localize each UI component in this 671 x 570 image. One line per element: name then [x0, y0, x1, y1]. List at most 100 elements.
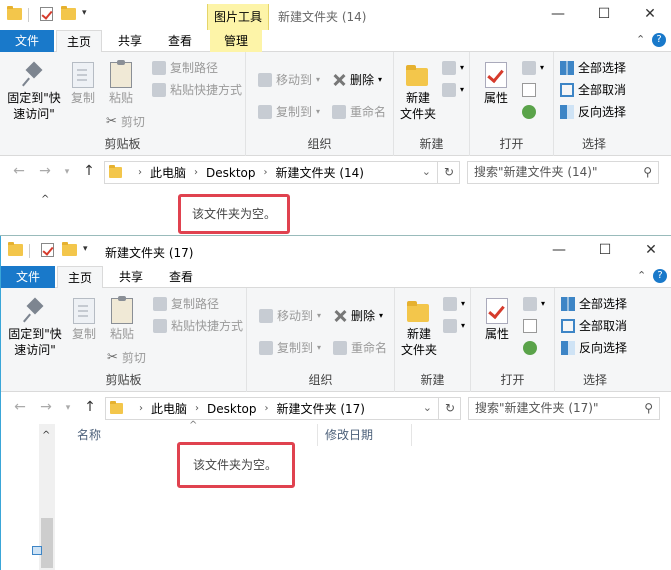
tab-view[interactable]: 查看 — [159, 266, 203, 289]
quick-access-dropdown-icon[interactable]: ▾ — [82, 8, 87, 18]
invert-selection-button[interactable]: 反向选择 — [561, 338, 627, 358]
select-all-icon — [561, 297, 575, 311]
column-divider[interactable] — [317, 424, 318, 446]
select-none-button[interactable]: 全部取消 — [560, 80, 626, 100]
open-button[interactable]: ▾ — [522, 58, 544, 78]
open-button[interactable]: ▾ — [523, 294, 545, 314]
group-organize: 移动到 ▾ 复制到 ▾ 删除 ▾ 重命名 组织 — [246, 52, 394, 156]
up-icon[interactable]: ↑ — [81, 399, 99, 419]
move-to-button[interactable]: 移动到 ▾ — [259, 306, 321, 326]
easy-access-icon — [443, 319, 457, 333]
delete-button[interactable]: 删除 ▾ — [332, 70, 382, 90]
tab-manage[interactable]: 管理 — [210, 30, 262, 53]
easy-access-button[interactable]: ▾ — [443, 316, 465, 336]
breadcrumb-pc[interactable]: 此电脑 — [151, 400, 187, 417]
chevron-right-icon: › — [264, 403, 269, 414]
select-all-button[interactable]: 全部选择 — [560, 58, 626, 78]
minimize-icon[interactable]: — — [548, 6, 568, 24]
breadcrumb-desktop[interactable]: Desktop — [207, 402, 257, 416]
history-button[interactable] — [523, 338, 537, 358]
address-bar[interactable]: › 此电脑 › Desktop › 新建文件夹 (14) ⌄ — [104, 161, 460, 184]
new-folder-quick-icon[interactable] — [61, 242, 77, 258]
address-dropdown-icon[interactable]: ⌄ — [423, 401, 432, 414]
close-icon[interactable]: ✕ — [640, 6, 660, 24]
maximize-icon[interactable]: ☐ — [594, 6, 614, 24]
recent-dropdown-icon[interactable]: ▾ — [58, 167, 76, 187]
collapse-ribbon-icon[interactable]: ⌃ — [637, 269, 646, 282]
easy-access-button[interactable]: ▾ — [442, 80, 464, 100]
properties-button[interactable]: 属性 — [479, 298, 515, 342]
properties-quick-icon[interactable] — [39, 242, 55, 258]
copy-button[interactable]: 复制 — [67, 298, 101, 342]
tab-file[interactable]: 文件 — [1, 266, 55, 288]
new-folder-quick-icon[interactable] — [60, 6, 76, 22]
help-icon[interactable]: ? — [652, 33, 666, 47]
column-header-date[interactable]: 修改日期 — [325, 424, 373, 446]
copy-path-button[interactable]: 复制路径 — [153, 294, 219, 314]
collapse-ribbon-icon[interactable]: ⌃ — [636, 33, 645, 46]
copy-button[interactable]: 复制 — [66, 62, 100, 106]
column-divider[interactable] — [411, 424, 412, 446]
tab-view[interactable]: 查看 — [158, 30, 202, 53]
maximize-icon[interactable]: ☐ — [595, 242, 615, 260]
properties-button[interactable]: 属性 — [478, 62, 514, 106]
back-icon[interactable]: ← — [10, 163, 28, 183]
refresh-icon[interactable]: ↻ — [437, 161, 460, 184]
scroll-up-icon[interactable]: ^ — [42, 430, 50, 441]
minimize-icon[interactable]: — — [549, 242, 569, 260]
close-icon[interactable]: ✕ — [641, 242, 661, 260]
copy-path-button[interactable]: 复制路径 — [152, 58, 218, 78]
breadcrumb-desktop[interactable]: Desktop — [206, 166, 256, 180]
new-folder-button[interactable]: 新建 文件夹 — [398, 62, 438, 122]
tab-share[interactable]: 共享 — [109, 266, 153, 289]
edit-button[interactable] — [523, 316, 537, 336]
forward-icon[interactable]: → — [37, 399, 55, 419]
delete-button[interactable]: 删除 ▾ — [333, 306, 383, 326]
search-input[interactable]: 搜索"新建文件夹 (14)" ⚲ — [467, 161, 659, 184]
cut-button[interactable]: ✂ 剪切 — [107, 348, 146, 368]
invert-selection-button[interactable]: 反向选择 — [560, 102, 626, 122]
tab-file[interactable]: 文件 — [0, 30, 54, 52]
scroll-up-icon[interactable]: ^ — [41, 194, 49, 205]
paste-shortcut-button[interactable]: 粘贴快捷方式 — [153, 316, 243, 336]
select-none-button[interactable]: 全部取消 — [561, 316, 627, 336]
rename-button[interactable]: 重命名 — [332, 102, 386, 122]
forward-icon[interactable]: → — [36, 163, 54, 183]
delete-label: 删除 — [350, 73, 375, 87]
copy-to-button[interactable]: 复制到 ▾ — [259, 338, 321, 358]
history-button[interactable] — [522, 102, 536, 122]
breadcrumb-pc[interactable]: 此电脑 — [150, 164, 186, 181]
select-all-button[interactable]: 全部选择 — [561, 294, 627, 314]
scrollbar-thumb[interactable] — [41, 518, 53, 568]
refresh-icon[interactable]: ↻ — [438, 397, 461, 420]
help-icon[interactable]: ? — [653, 269, 667, 283]
tab-share[interactable]: 共享 — [108, 30, 152, 53]
address-row: ← → ▾ ↑ › 此电脑 › Desktop › 新建文件夹 (14) ⌄ ↻… — [0, 160, 671, 186]
move-to-button[interactable]: 移动到 ▾ — [258, 70, 320, 90]
tab-home[interactable]: 主页 — [57, 266, 103, 289]
properties-quick-icon[interactable] — [38, 6, 54, 22]
new-folder-button[interactable]: 新建 文件夹 — [399, 298, 439, 358]
paste-button[interactable]: 粘贴 — [104, 60, 138, 106]
pin-quick-access-button[interactable]: 固定到"快 速访问" — [4, 62, 64, 122]
breadcrumb-folder[interactable]: 新建文件夹 (14) — [276, 164, 364, 181]
paste-button[interactable]: 粘贴 — [105, 296, 139, 342]
rename-button[interactable]: 重命名 — [333, 338, 387, 358]
edit-button[interactable] — [522, 80, 536, 100]
tab-home[interactable]: 主页 — [56, 30, 102, 53]
pin-quick-access-button[interactable]: 固定到"快 速访问" — [5, 298, 65, 358]
new-item-button[interactable]: ▾ — [442, 58, 464, 78]
new-item-button[interactable]: ▾ — [443, 294, 465, 314]
recent-dropdown-icon[interactable]: ▾ — [59, 403, 77, 423]
paste-shortcut-button[interactable]: 粘贴快捷方式 — [152, 80, 242, 100]
address-dropdown-icon[interactable]: ⌄ — [422, 165, 431, 178]
search-input[interactable]: 搜索"新建文件夹 (17)" ⚲ — [468, 397, 660, 420]
breadcrumb-folder[interactable]: 新建文件夹 (17) — [277, 400, 365, 417]
copy-to-button[interactable]: 复制到 ▾ — [258, 102, 320, 122]
back-icon[interactable]: ← — [11, 399, 29, 419]
address-bar[interactable]: › 此电脑 › Desktop › 新建文件夹 (17) ⌄ — [105, 397, 461, 420]
up-icon[interactable]: ↑ — [80, 163, 98, 183]
cut-button[interactable]: ✂ 剪切 — [106, 112, 145, 132]
quick-access-dropdown-icon[interactable]: ▾ — [83, 244, 88, 254]
column-header-name[interactable]: 名称 — [77, 424, 101, 446]
